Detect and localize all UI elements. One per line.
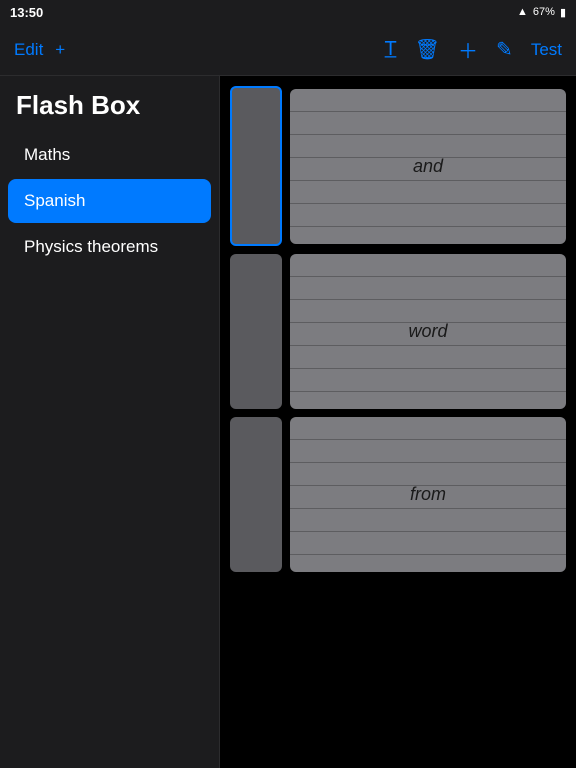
header-bar: Edit + T̲ 🗑 ＋ ✎ Test xyxy=(0,24,576,76)
header-right: T̲ 🗑 ＋ ✎ Test xyxy=(384,35,562,64)
wifi-icon: ▲ xyxy=(517,6,528,18)
sidebar: Flash Box Maths Spanish Physics theorems xyxy=(0,76,220,768)
status-bar: 13:50 ▲ 67% ▮ xyxy=(0,0,576,24)
sidebar-item-physics[interactable]: Physics theorems xyxy=(8,225,211,269)
card-back-2[interactable] xyxy=(230,254,282,409)
card-front-2[interactable]: word xyxy=(290,254,566,409)
add-card-icon[interactable]: ＋ xyxy=(458,35,478,64)
card-back-3[interactable] xyxy=(230,417,282,572)
battery-icon: ▮ xyxy=(560,6,566,19)
add-top-button[interactable]: + xyxy=(55,40,65,60)
sidebar-item-maths[interactable]: Maths xyxy=(8,133,211,177)
cards-container: and word from xyxy=(220,76,576,590)
main-content: and word from xyxy=(220,76,576,768)
card-front-3[interactable]: from xyxy=(290,417,566,572)
card-pair-1: and xyxy=(230,86,566,246)
delete-icon[interactable]: 🗑 xyxy=(415,37,440,62)
status-time: 13:50 xyxy=(10,5,43,20)
edit-card-icon[interactable]: ✎ xyxy=(496,37,513,62)
card-pair-2: word xyxy=(230,254,566,409)
test-button[interactable]: Test xyxy=(531,40,562,60)
card-text-3: from xyxy=(410,484,446,505)
card-back-1[interactable] xyxy=(230,86,282,246)
app-title: Flash Box xyxy=(0,76,219,131)
card-pair-3: from xyxy=(230,417,566,572)
header-left: Edit + xyxy=(14,40,65,60)
status-icons: ▲ 67% ▮ xyxy=(517,6,566,19)
sidebar-item-spanish[interactable]: Spanish xyxy=(8,179,211,223)
card-text-1: and xyxy=(413,156,443,177)
battery-label: 67% xyxy=(533,6,555,18)
edit-button[interactable]: Edit xyxy=(14,40,43,60)
card-front-1[interactable]: and xyxy=(290,89,566,244)
card-text-2: word xyxy=(408,321,447,342)
text-format-icon[interactable]: T̲ xyxy=(384,38,396,61)
